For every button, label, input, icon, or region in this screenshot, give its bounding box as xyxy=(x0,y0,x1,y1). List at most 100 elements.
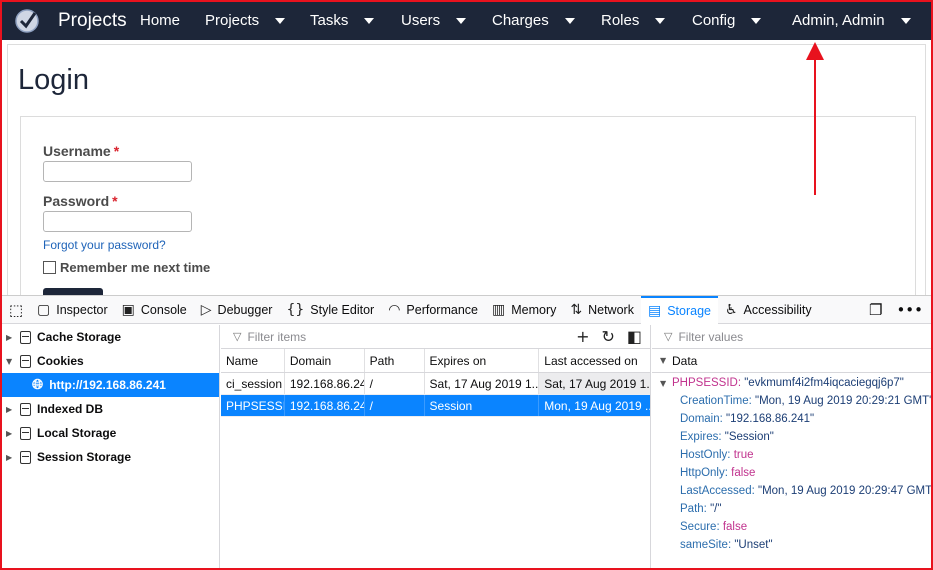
collapse-arrow-icon[interactable]: ▼ xyxy=(660,379,670,388)
nav-config-label: Config xyxy=(692,12,736,29)
tree-cache-storage[interactable]: ▶ Cache Storage xyxy=(2,325,219,349)
table-row[interactable]: ci_session 192.168.86.241 / Sat, 17 Aug … xyxy=(221,373,650,395)
nav-users[interactable]: Users xyxy=(401,12,467,29)
dock-icon[interactable]: ❐ xyxy=(869,301,882,319)
filter-items-bar[interactable]: ▽ Filter items + ↻ ◧ xyxy=(221,325,650,349)
tab-performance-label: Performance xyxy=(406,302,478,317)
cookie-field-row[interactable]: Secure: false xyxy=(652,518,931,536)
nav-user-label: Admin, Admin xyxy=(792,12,885,29)
remember-me[interactable]: Remember me next time xyxy=(43,260,210,275)
refresh-icon[interactable]: ↻ xyxy=(601,327,614,346)
cell-expires: Session xyxy=(425,395,540,416)
cell-domain: 192.168.86.241 xyxy=(285,373,365,394)
cookie-field-value: "Mon, 19 Aug 2019 20:29:47 GMT" xyxy=(758,485,933,497)
cookie-field-row[interactable]: CreationTime: "Mon, 19 Aug 2019 20:29:21… xyxy=(652,392,933,410)
tree-indexed-db[interactable]: ▶ Indexed DB xyxy=(2,397,219,421)
tree-session-storage[interactable]: ▶ Session Storage xyxy=(2,445,219,469)
cookie-field-row[interactable]: HostOnly: true xyxy=(652,446,931,464)
remember-checkbox[interactable] xyxy=(43,261,56,274)
table-header: Name Domain Path Expires on Last accesse… xyxy=(221,349,650,373)
top-navbar: Projects Home Projects Tasks Users Charg… xyxy=(2,2,931,40)
column-header-path[interactable]: Path xyxy=(365,349,425,372)
collapse-arrow-icon[interactable]: ▼ xyxy=(6,357,16,366)
cookie-field-row[interactable]: Expires: "Session" xyxy=(652,428,931,446)
tab-debugger[interactable]: ▷ Debugger xyxy=(194,296,280,324)
tab-inspector[interactable]: ▢ Inspector xyxy=(30,296,115,324)
inspector-icon: ▢ xyxy=(37,301,51,318)
cookie-field-row[interactable]: Domain: "192.168.86.241" xyxy=(652,410,931,428)
expand-arrow-icon[interactable]: ▶ xyxy=(6,453,16,462)
table-row-selected[interactable]: PHPSESSID 192.168.86.241 / Session Mon, … xyxy=(221,395,650,417)
element-picker-icon[interactable]: ⬚ xyxy=(2,301,30,319)
data-section-header[interactable]: ▼ Data xyxy=(652,349,931,373)
tab-console[interactable]: ▣ Console xyxy=(115,296,194,324)
nav-user-menu[interactable]: Admin, Admin xyxy=(792,12,911,29)
filter-items-input[interactable]: Filter items xyxy=(247,330,306,344)
nav-roles[interactable]: Roles xyxy=(601,12,666,29)
column-header-last-accessed[interactable]: Last accessed on xyxy=(539,349,650,372)
cell-expires: Sat, 17 Aug 2019 1... xyxy=(425,373,540,394)
nav-config[interactable]: Config xyxy=(692,12,762,29)
tab-console-label: Console xyxy=(140,302,187,317)
cookie-field-row[interactable]: sameSite: "Unset" xyxy=(652,536,931,554)
brand[interactable]: Projects xyxy=(14,8,140,34)
username-label-text: Username xyxy=(43,143,111,159)
cookie-field-key: HttpOnly xyxy=(680,467,725,479)
tab-memory[interactable]: ▥ Memory xyxy=(485,296,563,324)
annotation-arrow xyxy=(814,52,816,195)
cookie-field-value: "Unset" xyxy=(734,539,773,551)
column-header-expires[interactable]: Expires on xyxy=(425,349,540,372)
cell-domain: 192.168.86.241 xyxy=(285,395,365,416)
collapse-arrow-icon[interactable]: ▼ xyxy=(660,356,670,365)
expand-arrow-icon[interactable]: ▶ xyxy=(6,333,16,342)
more-options-icon[interactable]: ••• xyxy=(896,301,923,319)
tree-cookie-host[interactable]: 🌐︎ http://192.168.86.241 xyxy=(2,373,219,397)
column-header-domain[interactable]: Domain xyxy=(285,349,365,372)
table-actions: + ↻ ◧ xyxy=(576,327,642,346)
cookie-value: "evkmumf4i2fm4iqcaciegqj6p7" xyxy=(744,377,904,389)
nav-tasks[interactable]: Tasks xyxy=(310,12,375,29)
toggle-sidebar-icon[interactable]: ◧ xyxy=(627,327,642,346)
column-header-name[interactable]: Name xyxy=(221,349,285,372)
tree-cookies-label: Cookies xyxy=(37,354,84,368)
data-header-label: Data xyxy=(672,353,698,368)
required-mark: * xyxy=(112,193,118,209)
nav-home[interactable]: Home xyxy=(140,12,180,29)
nav-projects[interactable]: Projects xyxy=(205,12,286,29)
cookie-field-row[interactable]: HttpOnly: false xyxy=(652,464,931,482)
tab-network[interactable]: ⇅ Network xyxy=(563,296,641,324)
annotation-arrow-head xyxy=(806,42,824,60)
password-input[interactable] xyxy=(43,211,192,232)
tab-debugger-label: Debugger xyxy=(217,302,273,317)
expand-arrow-icon[interactable]: ▶ xyxy=(6,405,16,414)
cookie-field-row[interactable]: LastAccessed: "Mon, 19 Aug 2019 20:29:47… xyxy=(652,482,933,500)
forgot-password-link[interactable]: Forgot your password? xyxy=(43,238,166,252)
expand-arrow-icon[interactable]: ▶ xyxy=(6,429,16,438)
nav-charges-label: Charges xyxy=(492,12,549,29)
filter-values-bar[interactable]: ▽ Filter values xyxy=(652,325,931,349)
nav-tasks-label: Tasks xyxy=(310,12,349,29)
tab-performance[interactable]: ◠ Performance xyxy=(381,296,485,324)
filter-values-input[interactable]: Filter values xyxy=(678,330,743,344)
tab-style-editor[interactable]: {} Style Editor xyxy=(279,296,381,324)
tab-storage[interactable]: ▤ Storage xyxy=(640,295,718,324)
caret-down-icon xyxy=(456,17,467,24)
cookies-table-panel: ▽ Filter items + ↻ ◧ Name Domain Path Ex… xyxy=(221,325,651,569)
add-item-icon[interactable]: + xyxy=(576,327,589,346)
brand-title: Projects xyxy=(58,10,127,31)
cookie-entry[interactable]: ▼ PHPSESSID: "evkmumf4i2fm4iqcaciegqj6p7… xyxy=(652,374,931,392)
devtools-panel: ⬚ ▢ Inspector ▣ Console ▷ Debugger {} Style … xyxy=(2,295,933,569)
cookie-field-row[interactable]: Path: "/" xyxy=(652,500,931,518)
username-input[interactable] xyxy=(43,161,192,182)
tree-cookies[interactable]: ▼ Cookies xyxy=(2,349,219,373)
tree-local-storage[interactable]: ▶ Local Storage xyxy=(2,421,219,445)
tab-accessibility[interactable]: ♿ Accessibility xyxy=(718,296,819,324)
debugger-icon: ▷ xyxy=(200,301,212,318)
nav-charges[interactable]: Charges xyxy=(492,12,575,29)
cell-last-accessed: Mon, 19 Aug 2019 ... xyxy=(544,398,650,413)
cell-path: / xyxy=(365,395,425,416)
username-label: Username * xyxy=(43,143,119,159)
tree-cookie-host-label: http://192.168.86.241 xyxy=(49,378,166,392)
cell-name: ci_session xyxy=(221,373,285,394)
cookie-field-value: true xyxy=(733,449,754,461)
